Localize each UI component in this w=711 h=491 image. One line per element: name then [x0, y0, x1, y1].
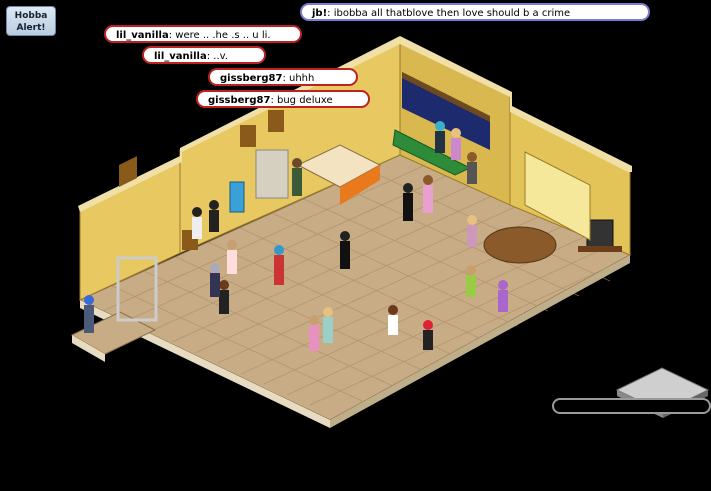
avatar[interactable] [323, 307, 333, 317]
avatar-body[interactable] [309, 325, 319, 351]
chat-username: lil_vanilla [154, 51, 207, 62]
avatar[interactable] [423, 175, 433, 185]
avatar-body[interactable] [219, 290, 229, 314]
avatar[interactable] [498, 280, 508, 290]
avatar-body[interactable] [340, 241, 350, 269]
avatar[interactable] [466, 265, 476, 275]
avatar-body[interactable] [227, 250, 237, 274]
hobba-alert-line2: Alert! [16, 23, 46, 33]
chat-input[interactable] [552, 398, 711, 414]
chat-text: ..v. [213, 51, 228, 62]
chat-bubble: gissberg87: uhhh [208, 68, 358, 86]
avatar-body[interactable] [323, 317, 333, 343]
hobba-alert-line1: Hobba [14, 11, 48, 21]
chat-text: uhhh [289, 73, 315, 84]
tv-set[interactable] [586, 219, 614, 249]
avatar-body[interactable] [423, 185, 433, 213]
chat-bubble: jb!: ibobba all thatblove then love shou… [300, 3, 650, 21]
avatar[interactable] [467, 152, 477, 162]
round-table[interactable] [483, 226, 557, 264]
chat-bubble: lil_vanilla: were .. .he .s .. u li. [104, 25, 302, 43]
avatar-body[interactable] [210, 273, 220, 297]
chat-text: were .. .he .s .. u li. [175, 30, 271, 41]
avatar[interactable] [209, 200, 219, 210]
wall-picture [240, 125, 256, 147]
avatar[interactable] [274, 245, 284, 255]
avatar-body[interactable] [274, 255, 284, 285]
avatar-body[interactable] [209, 210, 219, 232]
avatar[interactable] [210, 263, 220, 273]
avatar[interactable] [423, 320, 433, 330]
wall-picture [268, 110, 284, 132]
chat-bubble: gissberg87: bug deluxe [196, 90, 370, 108]
chat-username: gissberg87 [208, 95, 271, 106]
avatar[interactable] [219, 280, 229, 290]
avatar[interactable] [84, 295, 94, 305]
chat-username: gissberg87 [220, 73, 283, 84]
avatar[interactable] [403, 183, 413, 193]
avatar[interactable] [451, 128, 461, 138]
chat-text: ibobba all thatblove then love should b … [333, 8, 571, 19]
avatar-body[interactable] [388, 315, 398, 335]
avatar[interactable] [292, 158, 302, 168]
avatar[interactable] [309, 315, 319, 325]
avatar-body[interactable] [192, 217, 202, 239]
hobba-alert-button[interactable]: Hobba Alert! [6, 6, 56, 36]
avatar[interactable] [435, 121, 445, 131]
chat-username: lil_vanilla [116, 30, 169, 41]
chat-bubble: lil_vanilla: ..v. [142, 46, 266, 64]
avatar[interactable] [388, 305, 398, 315]
game-viewport[interactable]: jb!: ibobba all thatblove then love shou… [0, 0, 711, 491]
avatar-body[interactable] [292, 168, 302, 196]
avatar[interactable] [227, 240, 237, 250]
avatar-body[interactable] [498, 290, 508, 312]
avatar[interactable] [340, 231, 350, 241]
tv-table [578, 246, 622, 252]
chat-text: bug deluxe [277, 95, 333, 106]
avatar-body[interactable] [403, 193, 413, 221]
avatar-body[interactable] [467, 162, 477, 184]
water-cooler[interactable] [229, 181, 245, 213]
chat-username: jb! [312, 8, 328, 19]
avatar-body[interactable] [451, 138, 461, 160]
avatar-body[interactable] [435, 131, 445, 153]
avatar-body[interactable] [466, 275, 476, 297]
fridge[interactable] [255, 149, 289, 199]
avatar-body[interactable] [423, 330, 433, 350]
avatar-body[interactable] [84, 305, 94, 333]
avatar-body[interactable] [467, 225, 477, 247]
avatar[interactable] [467, 215, 477, 225]
avatar[interactable] [192, 207, 202, 217]
